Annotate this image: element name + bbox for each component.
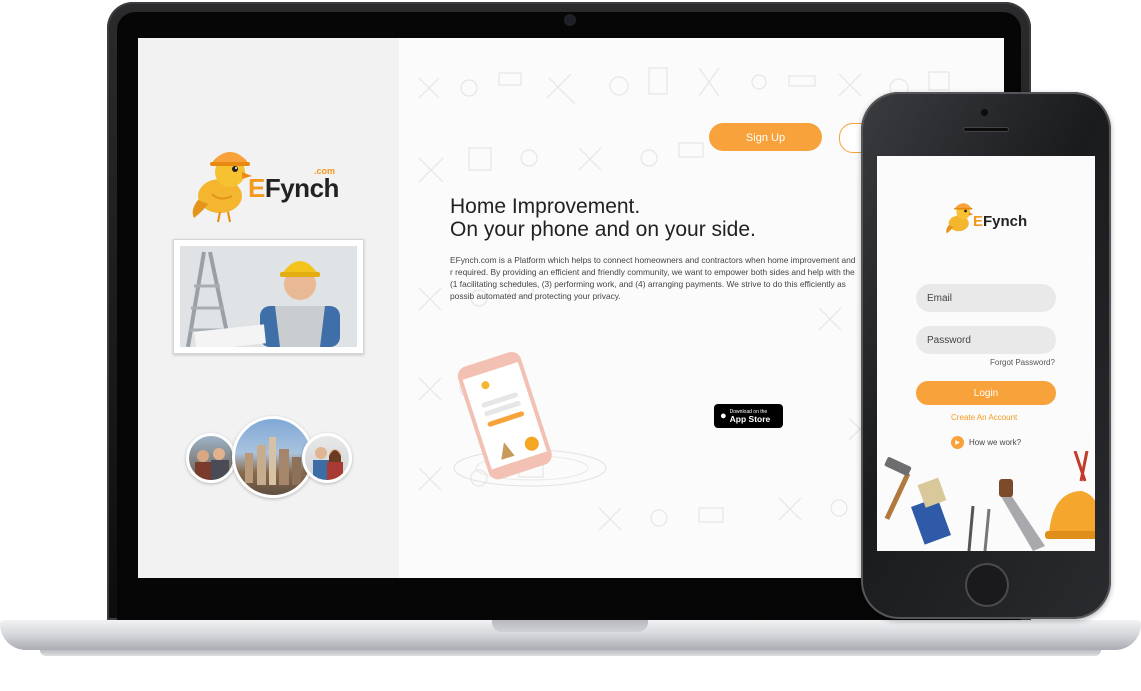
- hero-title: Home Improvement. On your phone and on y…: [450, 195, 756, 241]
- intro-video-thumbnail[interactable]: [173, 239, 364, 354]
- site-sidebar: EFynch .com: [138, 38, 399, 578]
- brand-com: .com: [314, 166, 336, 176]
- appstore-big-text: App Store: [729, 413, 771, 424]
- brand-letter: E: [248, 173, 265, 203]
- tools-illustration: [884, 451, 1095, 551]
- worker-photo: [180, 246, 357, 347]
- login-button[interactable]: Login: [916, 381, 1056, 405]
- hero-line-1: Home Improvement.: [450, 195, 641, 218]
- forgot-password-link[interactable]: Forgot Password?: [990, 358, 1055, 367]
- signup-button[interactable]: Sign Up: [709, 123, 822, 151]
- hero-description: EFynch.com is a Platform which helps to …: [450, 255, 856, 301]
- phone-screen: EFynch Forgot Password? Login Create An …: [877, 156, 1095, 551]
- app-store-badge[interactable]: ● Download on the App Store: [714, 404, 783, 428]
- laptop-notch: [492, 620, 648, 632]
- brand-logo-text[interactable]: EFynch: [248, 173, 339, 204]
- webcam: [566, 16, 574, 24]
- email-field[interactable]: [916, 284, 1056, 312]
- brand-name: Fynch: [264, 173, 340, 203]
- play-icon: ▶: [951, 436, 964, 449]
- how-we-work-label: How we work?: [969, 438, 1022, 447]
- create-account-link[interactable]: Create An Account: [951, 413, 1017, 422]
- video-frame: [180, 246, 357, 347]
- phone-home-button[interactable]: [965, 563, 1009, 607]
- phone-brand-letter: E: [973, 213, 984, 230]
- phone-brand-name: Fynch: [983, 213, 1028, 230]
- phone-speaker: [963, 127, 1009, 132]
- phone-camera: [981, 109, 988, 116]
- hero-line-2: On your phone and on your side.: [450, 218, 756, 241]
- phone-brand-logo: EFynch: [973, 213, 1027, 230]
- laptop-foot: [40, 650, 1101, 656]
- community-photo-1[interactable]: [186, 433, 236, 483]
- how-we-work-link[interactable]: ▶ How we work?: [951, 436, 1021, 449]
- password-field[interactable]: [916, 326, 1056, 354]
- community-photo-2[interactable]: [302, 433, 352, 483]
- apple-icon: ●: [720, 409, 727, 422]
- app-phone-illustration: [453, 351, 607, 487]
